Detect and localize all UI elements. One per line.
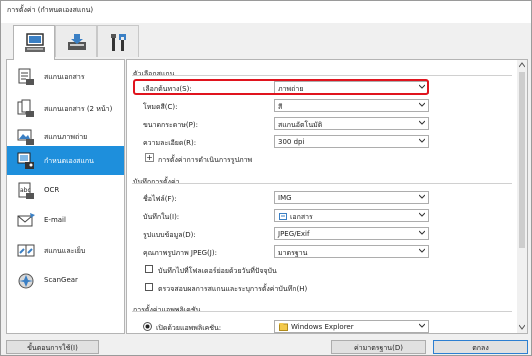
data-format-dropdown[interactable]: JPEG/Exif: [274, 227, 429, 240]
ok-button[interactable]: ตกลง: [433, 340, 528, 354]
resolution-value: 300 dpi: [278, 138, 305, 146]
ocr-icon: abc: [18, 182, 34, 199]
sidebar-item-label: สแกนเอกสาร (2 หน้า): [44, 105, 113, 113]
tools-icon: [111, 34, 126, 51]
computer-icon: [25, 33, 45, 52]
sidebar-item-label: กำหนดเองสแกน: [44, 157, 94, 165]
save-in-value: เอกสาร: [290, 213, 313, 221]
scan-options-divider: [132, 75, 512, 76]
tab-general-settings[interactable]: [97, 25, 139, 57]
chevron-down-icon: [419, 102, 425, 107]
settings-content-panel: ตัวเลือกสแกน เลือกต้นทาง(S): ภาพถ่าย โหม…: [126, 59, 528, 334]
chevron-down-icon: [419, 212, 425, 217]
sidebar-item-label: ScanGear: [44, 276, 78, 284]
open-with-dropdown[interactable]: Windows Explorer: [274, 320, 429, 333]
data-format-value: JPEG/Exif: [278, 230, 310, 238]
sidebar-item-scangear[interactable]: ScanGear: [7, 266, 124, 295]
paper-size-label: ขนาดกระดาษ(P):: [143, 121, 198, 129]
open-with-value: Windows Explorer: [291, 323, 354, 331]
check-results-checkbox-label: ตรวจสอบผลการสแกนและระบุการตั้งค่าบันทึก(…: [158, 285, 308, 293]
email-icon: [17, 213, 35, 227]
sidebar-item-label: สแกนภาพถ่าย: [44, 133, 88, 141]
sidebar-item-custom-scan[interactable]: กำหนดเองสแกน: [7, 146, 124, 175]
sidebar-item-label: E-mail: [44, 216, 66, 224]
chevron-down-icon: [419, 138, 425, 143]
file-name-input[interactable]: IMG: [274, 191, 429, 204]
scangear-icon: [18, 273, 34, 289]
open-with-label: เปิดด้วยแอพพลิเคชัน:: [156, 324, 222, 332]
scroll-up-icon[interactable]: [519, 62, 525, 68]
color-mode-dropdown[interactable]: สี: [274, 99, 429, 112]
folder-icon: [279, 213, 287, 220]
resolution-dropdown[interactable]: 300 dpi: [274, 135, 429, 148]
svg-text:abc: abc: [20, 187, 31, 194]
chevron-down-icon: [419, 248, 425, 253]
sidebar-item-document-scan[interactable]: สแกนเอกสาร: [7, 62, 124, 91]
sidebar-item-label: สแกนเอกสาร: [44, 73, 85, 81]
app-settings-divider: [132, 311, 512, 312]
defaults-button[interactable]: ค่ามาตรฐาน(D): [331, 340, 426, 354]
save-in-label: บันทึกใน(I):: [143, 213, 180, 221]
jpeg-quality-label: คุณภาพรูปภาพ JPEG(J):: [143, 249, 217, 257]
scanner-panel-icon: [68, 34, 86, 50]
instructions-button[interactable]: ขั้นตอนการใช้(I): [6, 340, 99, 354]
chevron-down-icon: [419, 194, 425, 199]
file-name-label: ชื่อไฟล์(F):: [143, 195, 177, 203]
paper-size-dropdown[interactable]: สแกนอัตโนมัติ: [274, 117, 429, 130]
check-results-checkbox[interactable]: [145, 283, 153, 291]
title-bar: การตั้งค่า (กำหนดเองสแกน): [1, 1, 531, 23]
subfolder-checkbox[interactable]: [145, 265, 153, 273]
open-with-radio[interactable]: [143, 322, 152, 331]
sidebar-item-two-page-scan[interactable]: สแกนเอกสาร (2 หน้า): [7, 94, 124, 123]
sidebar-item-label: OCR: [44, 186, 60, 194]
subfolder-checkbox-label: บันทึกไปที่โฟลเดอร์ย่อยด้วยวันที่ปัจจุบั…: [158, 267, 277, 275]
sidebar-item-email[interactable]: E-mail: [7, 206, 124, 235]
chevron-down-icon: [419, 120, 425, 125]
chevron-down-icon: [419, 230, 425, 235]
color-mode-label: โหมดสี(C):: [143, 103, 178, 111]
sidebar-item-stitch[interactable]: สแกนและเย็บ: [7, 236, 124, 265]
window-title: การตั้งค่า (กำหนดเองสแกน): [7, 6, 94, 14]
photo-scan-icon: [17, 129, 34, 145]
scroll-down-icon[interactable]: [519, 324, 525, 330]
jpeg-quality-value: มาตรฐาน: [278, 249, 308, 257]
save-settings-divider: [132, 183, 512, 184]
sidebar-item-ocr[interactable]: abc OCR: [7, 176, 124, 205]
vertical-scrollbar[interactable]: [517, 60, 527, 333]
resolution-label: ความละเอียด(R):: [143, 139, 197, 147]
tab-scan-from-panel[interactable]: [55, 25, 97, 57]
scrollbar-thumb[interactable]: [519, 72, 525, 248]
chevron-down-icon: [419, 323, 425, 328]
paper-size-value: สแกนอัตโนมัติ: [278, 121, 323, 129]
jpeg-quality-dropdown[interactable]: มาตรฐาน: [274, 245, 429, 258]
sidebar-item-label: สแกนและเย็บ: [44, 247, 86, 255]
save-in-dropdown[interactable]: เอกสาร: [274, 209, 429, 222]
two-page-scan-icon: [17, 99, 34, 117]
custom-scan-icon: [17, 152, 34, 169]
image-processing-expand-button[interactable]: +: [145, 153, 154, 162]
file-name-value: IMG: [278, 194, 292, 202]
data-format-label: รูปแบบข้อมูล(D):: [143, 231, 196, 239]
expand-plus-icon: +: [146, 153, 153, 162]
image-processing-label: การตั้งค่าการดำเนินการรูปภาพ: [158, 156, 253, 164]
scan-mode-sidebar: สแกนเอกสาร สแกนเอกสาร (2 หน้า) สแกนภาพถ่…: [6, 59, 125, 334]
source-highlight-frame: [133, 79, 429, 95]
settings-dialog: การตั้งค่า (กำหนดเองสแกน) สแกนเอกสาร สแก…: [0, 0, 532, 356]
tab-scan-from-computer[interactable]: [13, 25, 55, 60]
document-scan-icon: [18, 68, 34, 85]
color-mode-value: สี: [278, 103, 283, 111]
windows-explorer-icon: [279, 323, 288, 331]
stitch-icon: [17, 244, 35, 257]
